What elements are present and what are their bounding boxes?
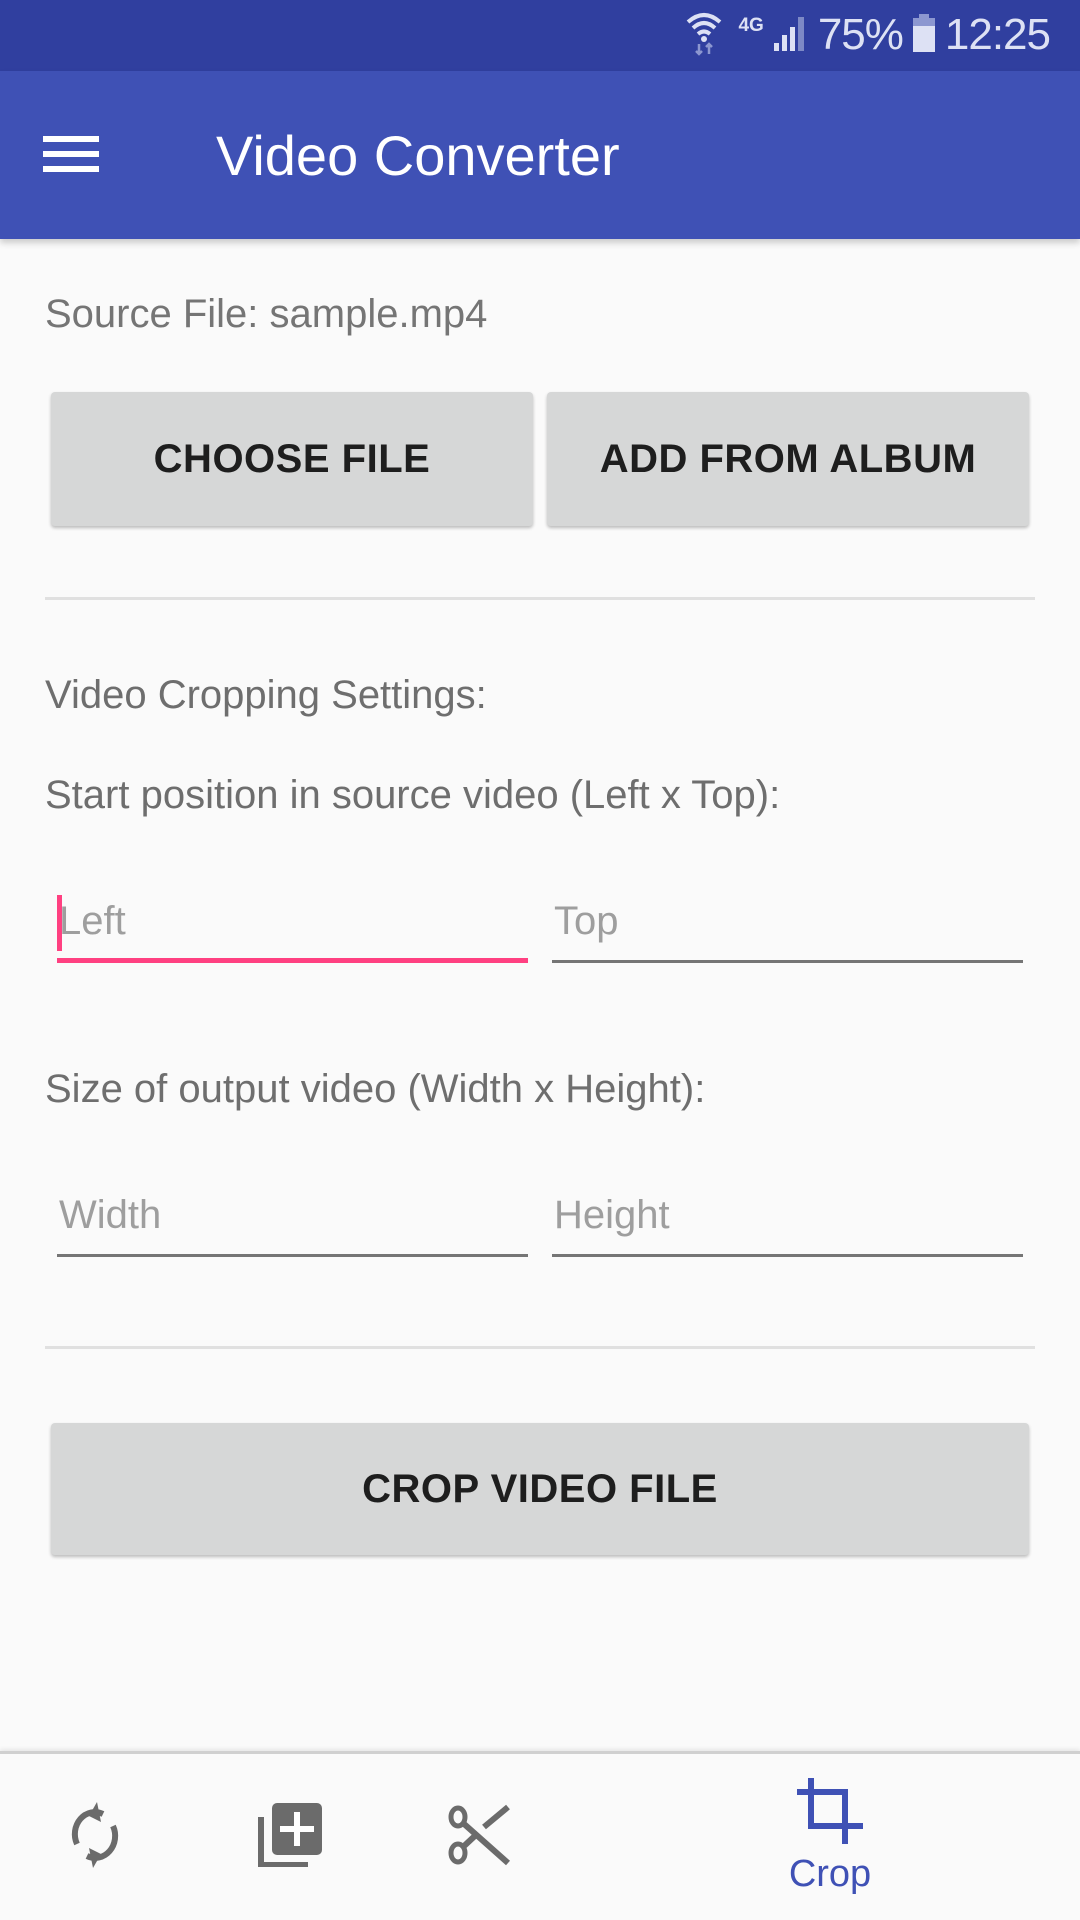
- nav-label-crop: Crop: [788, 1853, 872, 1895]
- width-placeholder: Width: [59, 1193, 162, 1237]
- width-input[interactable]: Width: [57, 1187, 528, 1257]
- bottom-navigation: Crop: [0, 1751, 1080, 1920]
- crop-video-file-button[interactable]: CROP VIDEO FILE: [51, 1423, 1029, 1555]
- height-input[interactable]: Height: [552, 1187, 1023, 1257]
- left-input-underline: [57, 958, 528, 963]
- height-placeholder: Height: [554, 1193, 670, 1237]
- start-position-label: Start position in source video (Left x T…: [45, 773, 781, 817]
- add-from-album-button[interactable]: ADD FROM ALBUM: [547, 392, 1029, 526]
- left-input[interactable]: Left: [57, 893, 528, 963]
- signal-icon: [773, 15, 808, 56]
- scissors-cut-icon: [448, 1803, 512, 1872]
- battery-percent: 75%: [817, 10, 904, 59]
- crop-icon: [797, 1778, 863, 1849]
- status-icons: 4G 75% 12:25: [686, 10, 1051, 61]
- clock: 12:25: [944, 10, 1051, 59]
- nav-item-crop[interactable]: Crop: [760, 1754, 900, 1920]
- menu-button[interactable]: [30, 115, 112, 197]
- output-size-label: Size of output video (Width x Height):: [45, 1067, 706, 1111]
- hamburger-menu-icon: [43, 134, 99, 179]
- divider: [45, 597, 1035, 600]
- nav-item-add[interactable]: [240, 1754, 340, 1920]
- convert-sync-icon: [67, 1800, 123, 1875]
- width-input-underline: [57, 1254, 528, 1257]
- status-bar: 4G 75% 12:25: [0, 0, 1080, 71]
- app-title: Video Converter: [216, 124, 620, 187]
- left-placeholder: Left: [59, 899, 126, 943]
- cropping-settings-title: Video Cropping Settings:: [45, 673, 487, 717]
- divider: [45, 1346, 1035, 1349]
- top-input[interactable]: Top: [552, 893, 1023, 963]
- battery-icon: [912, 13, 935, 57]
- nav-item-convert[interactable]: [50, 1754, 140, 1920]
- network-type: 4G: [738, 15, 764, 36]
- add-to-library-icon: [258, 1802, 322, 1872]
- wifi-icon: [686, 10, 722, 61]
- height-input-underline: [552, 1254, 1023, 1257]
- top-input-underline: [552, 960, 1023, 963]
- nav-item-cut[interactable]: [430, 1754, 530, 1920]
- app-toolbar: Video Converter: [0, 71, 1080, 239]
- top-placeholder: Top: [554, 899, 619, 943]
- choose-file-button[interactable]: CHOOSE FILE: [51, 392, 533, 526]
- source-file-label: Source File: sample.mp4: [45, 292, 488, 336]
